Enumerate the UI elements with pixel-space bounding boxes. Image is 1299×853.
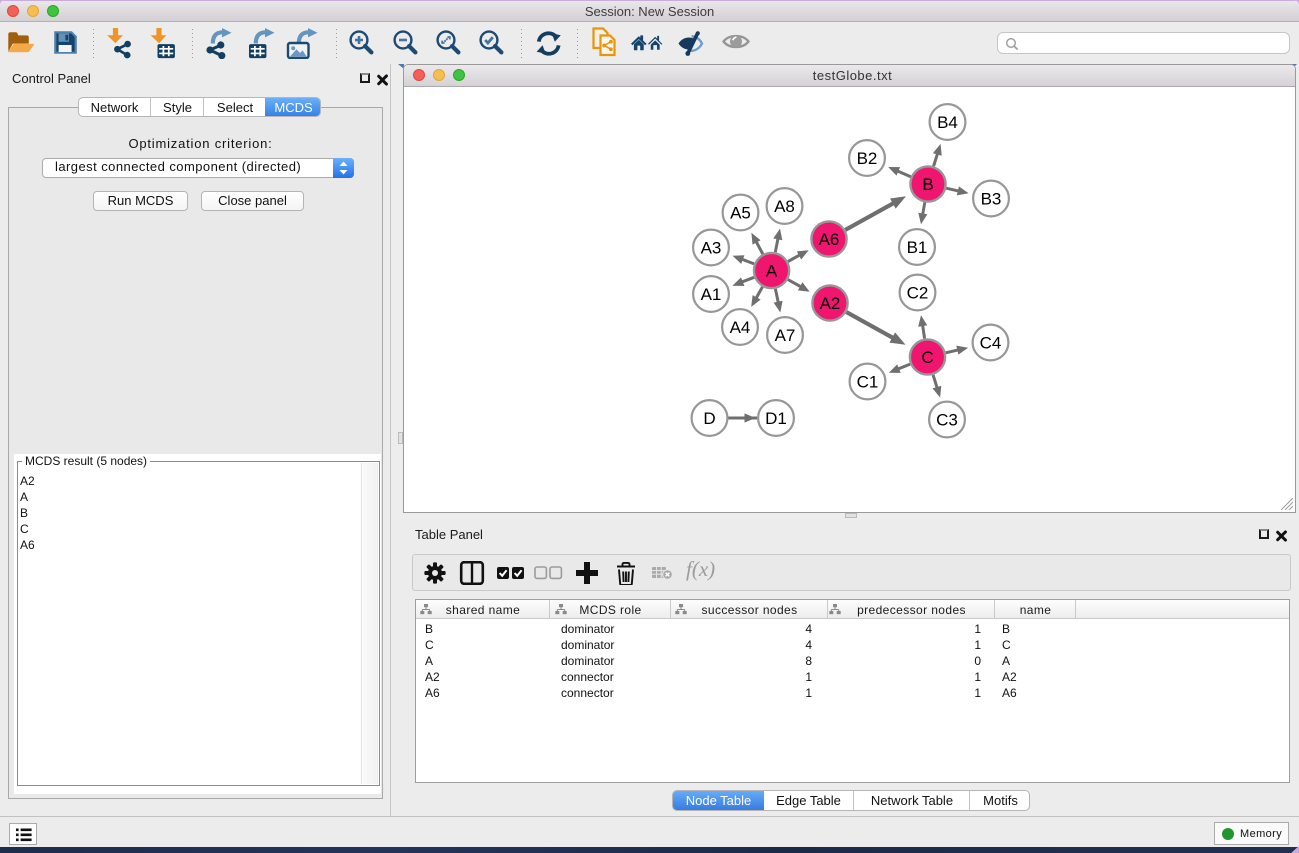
svg-text:B3: B3 xyxy=(981,190,1002,209)
svg-text:A5: A5 xyxy=(730,204,751,223)
svg-text:D: D xyxy=(703,409,715,428)
svg-text:A7: A7 xyxy=(775,326,796,345)
svg-text:A2: A2 xyxy=(820,294,841,313)
svg-text:A6: A6 xyxy=(819,230,840,249)
svg-text:C: C xyxy=(921,348,933,367)
svg-text:A3: A3 xyxy=(701,239,722,258)
svg-text:B4: B4 xyxy=(937,113,958,132)
svg-text:C2: C2 xyxy=(907,284,929,303)
svg-text:A: A xyxy=(766,262,778,281)
svg-text:C3: C3 xyxy=(936,411,958,430)
svg-text:C4: C4 xyxy=(980,334,1002,353)
svg-text:B: B xyxy=(922,175,933,194)
svg-text:A8: A8 xyxy=(774,197,795,216)
svg-text:A1: A1 xyxy=(701,285,722,304)
svg-text:B2: B2 xyxy=(857,149,878,168)
svg-text:A4: A4 xyxy=(730,318,751,337)
svg-text:B1: B1 xyxy=(907,238,928,257)
svg-text:C1: C1 xyxy=(857,373,879,392)
svg-text:D1: D1 xyxy=(765,409,787,428)
